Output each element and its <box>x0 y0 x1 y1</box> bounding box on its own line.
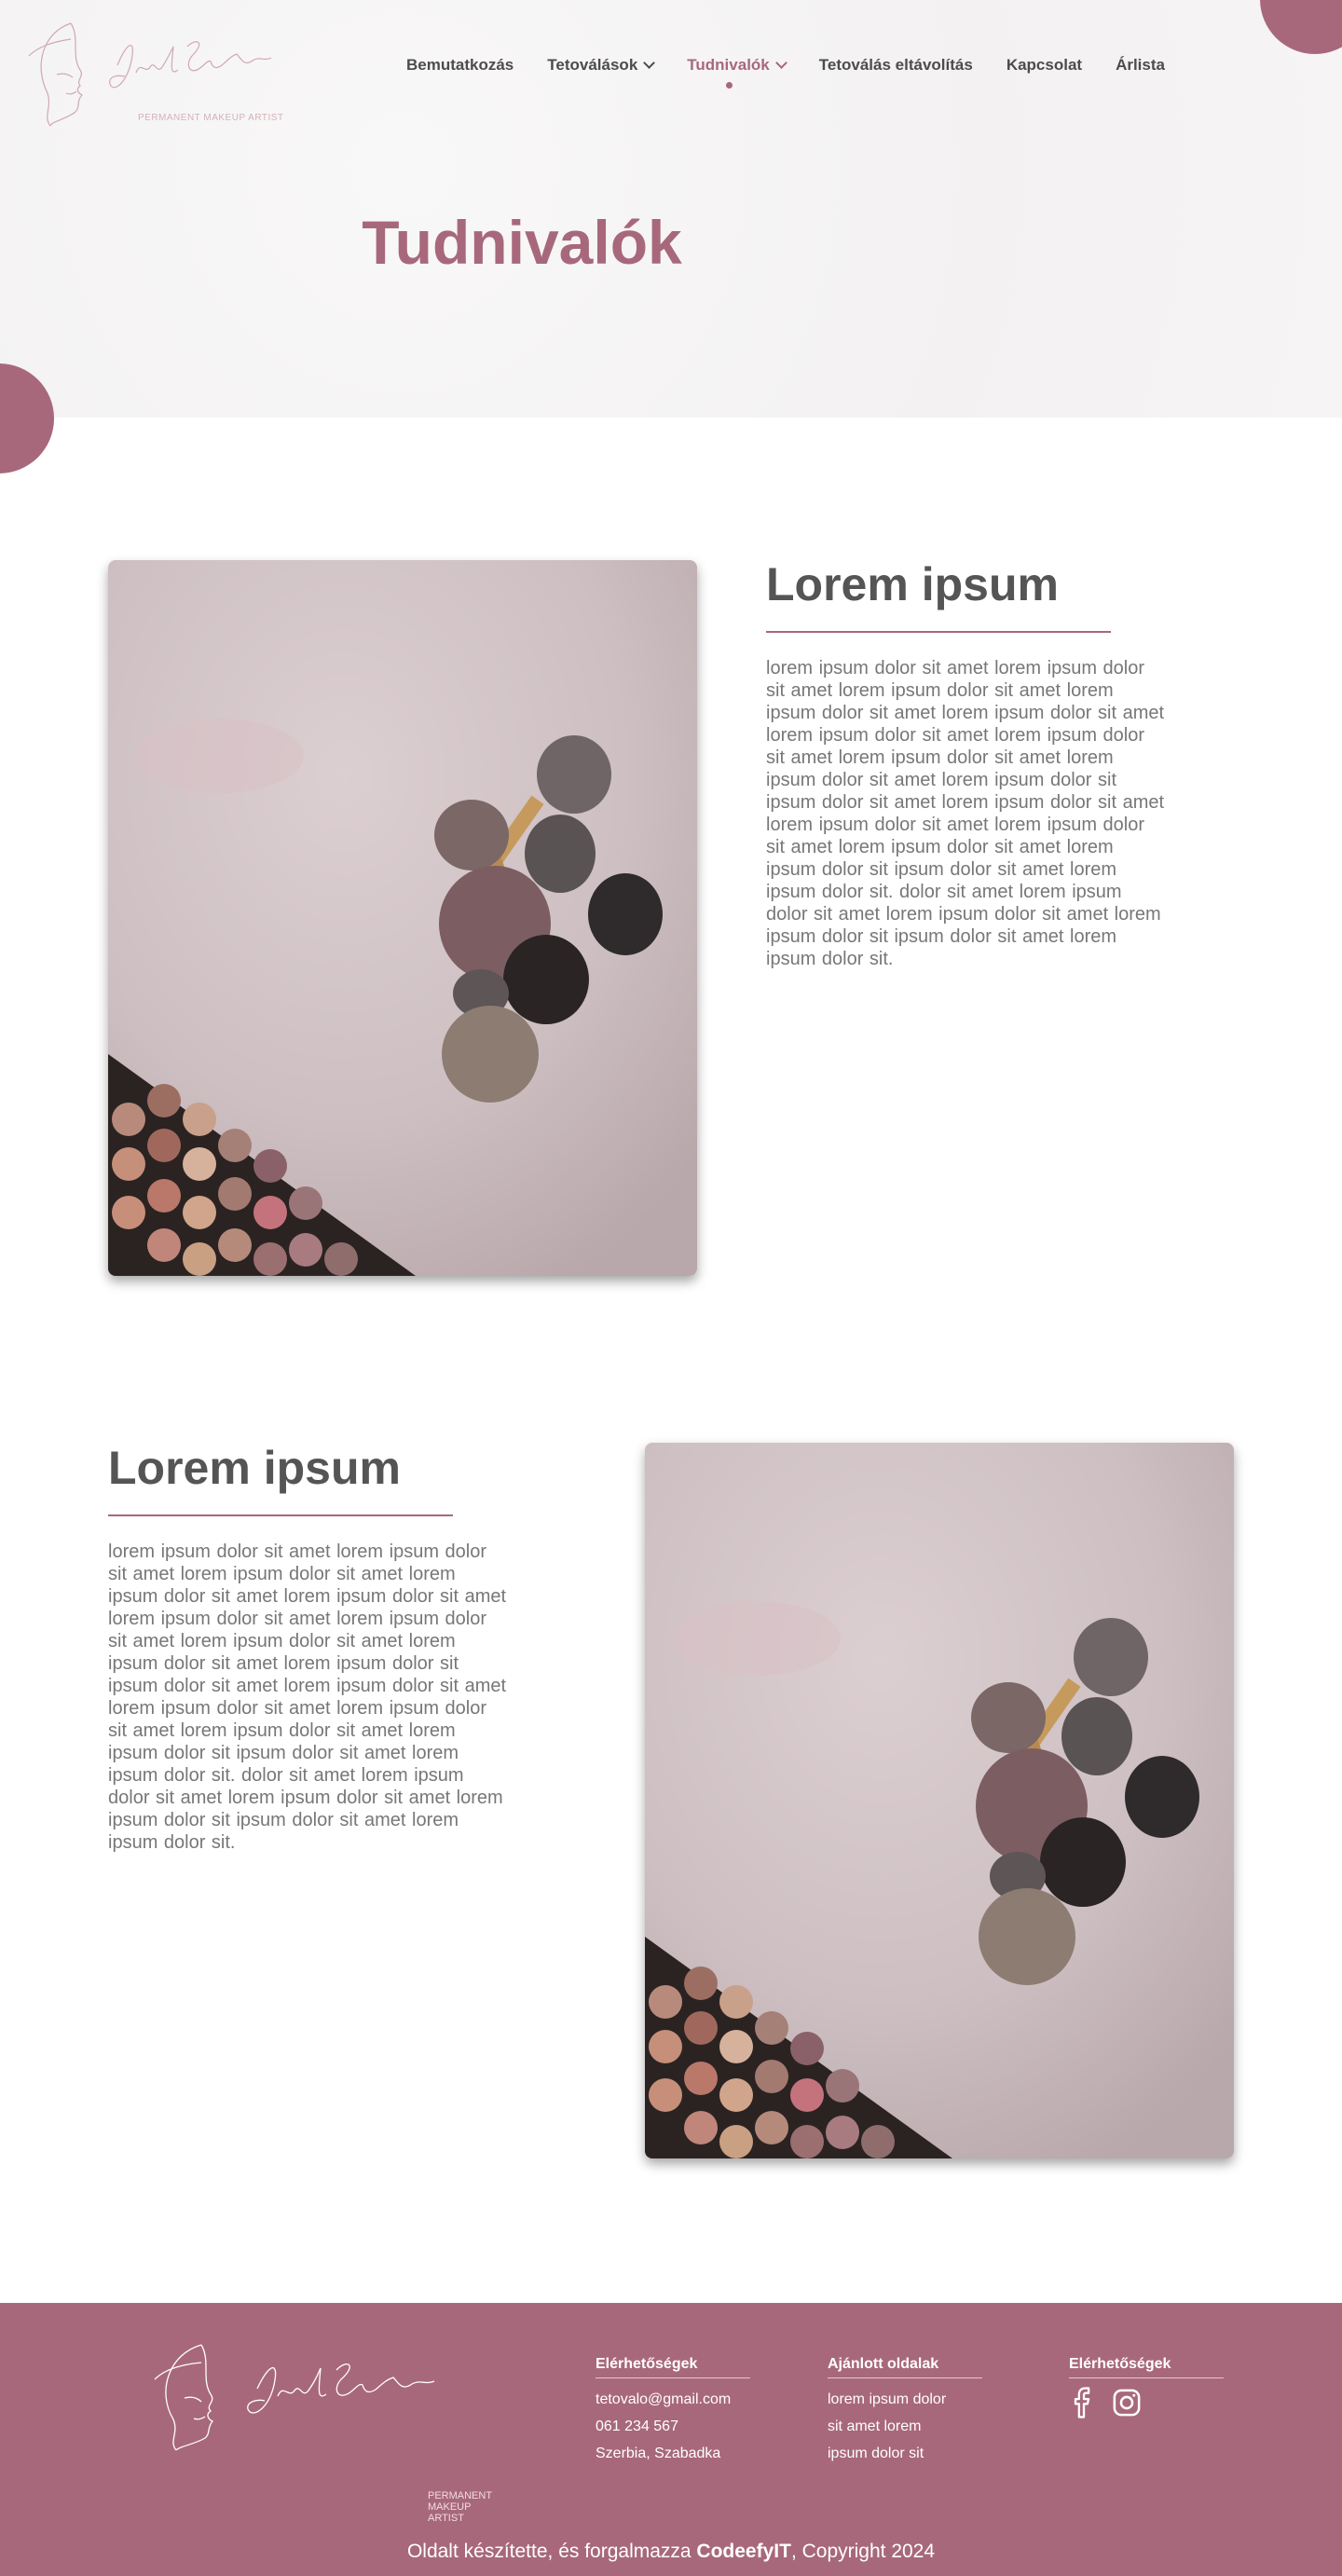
decorative-circle-left <box>0 363 54 473</box>
copyright-text: Oldalt készítette, és forgalmazza Codeef… <box>0 2541 1342 2563</box>
recommended-link[interactable]: ipsum dolor sit <box>828 2440 982 2467</box>
nav-item-tudnivalok[interactable]: Tudnivalók <box>687 56 787 89</box>
page-title-text: Tudnivalók <box>362 208 682 277</box>
brushes-photo <box>108 560 697 1276</box>
footer-logo-artwork <box>154 2344 435 2451</box>
footer-column-divider <box>1069 2377 1224 2378</box>
contact-phone-link[interactable]: 061 234 567 <box>596 2413 750 2440</box>
nav-item-label: Kapcsolat <box>1006 56 1083 74</box>
makeup-brushes-image <box>108 560 697 1276</box>
chevron-down-icon <box>643 57 656 69</box>
page-title: Tudnivalók <box>0 207 1342 278</box>
heading-divider <box>108 1514 453 1516</box>
nav-item-kapcsolat[interactable]: Kapcsolat <box>1006 56 1082 75</box>
instagram-icon[interactable] <box>1112 2386 1142 2419</box>
footer-logo-caption: PERMANENT MAKEUP ARTIST <box>428 2490 492 2524</box>
copyright-prefix: Oldalt készítette, és forgalmazza <box>406 2541 697 2562</box>
footer-recommended-column: Ajánlott oldalak lorem ipsum dolor sit a… <box>828 2356 982 2467</box>
social-links <box>1069 2386 1224 2419</box>
nav-item-label: Árlista <box>1116 56 1165 74</box>
footer-social-column: Elérhetőségek <box>1069 2356 1224 2419</box>
nav-item-label: Tudnivalók <box>687 56 770 74</box>
brushes-photo <box>645 1443 1234 2158</box>
decorative-circle-top <box>1260 0 1342 54</box>
recommended-link[interactable]: sit amet lorem <box>828 2413 982 2440</box>
info-section-2: Lorem ipsum lorem ipsum dolor sit amet l… <box>108 1443 509 1854</box>
info-section-1: Lorem ipsum lorem ipsum dolor sit amet l… <box>766 559 1167 970</box>
nav-item-tetovalasok[interactable]: Tetoválások <box>547 56 656 75</box>
footer-column-divider <box>828 2377 982 2378</box>
chevron-down-icon <box>774 57 787 69</box>
copyright-suffix: , Copyright 2024 <box>790 2541 936 2562</box>
footer-column-heading: Ajánlott oldalak <box>828 2356 939 2372</box>
contact-address: Szerbia, Szabadka <box>596 2446 721 2461</box>
site-footer: PERMANENT MAKEUP ARTIST Elérhetőségek te… <box>0 2303 1342 2576</box>
nav-item-label: Tetoválás eltávolítás <box>818 56 973 74</box>
makeup-brushes-image <box>645 1443 1234 2158</box>
active-indicator-dot <box>726 82 733 89</box>
hero-header: PERMANENT MAKEUP ARTIST Bemutatkozás Tet… <box>0 0 1342 473</box>
footer-logo[interactable]: PERMANENT MAKEUP ARTIST <box>145 2340 492 2524</box>
section-body: lorem ipsum dolor sit amet lorem ipsum d… <box>108 1541 507 1853</box>
main-navigation: Bemutatkozás Tetoválások Tudnivalók Teto… <box>406 56 1198 89</box>
nav-item-arlista[interactable]: Árlista <box>1116 56 1165 75</box>
nav-item-label: Bemutatkozás <box>406 56 514 74</box>
footer-column-heading: Elérhetőségek <box>1069 2356 1171 2372</box>
facebook-icon[interactable] <box>1069 2386 1099 2419</box>
footer-column-heading: Elérhetőségek <box>596 2356 698 2372</box>
section-body: lorem ipsum dolor sit amet lorem ipsum d… <box>766 658 1165 969</box>
section-heading: Lorem ipsum <box>108 1442 401 1494</box>
nav-item-bemutatkozas[interactable]: Bemutatkozás <box>406 56 514 75</box>
page: PERMANENT MAKEUP ARTIST Bemutatkozás Tet… <box>0 0 1342 2576</box>
nav-item-label: Tetoválások <box>547 56 638 74</box>
nav-item-tetovalas-eltavolitas[interactable]: Tetoválás eltávolítás <box>819 56 973 75</box>
heading-divider <box>766 631 1111 633</box>
section-heading: Lorem ipsum <box>766 558 1059 610</box>
site-logo[interactable]: PERMANENT MAKEUP ARTIST <box>24 19 294 130</box>
logo-caption: PERMANENT MAKEUP ARTIST <box>138 113 284 123</box>
footer-contact-column: Elérhetőségek tetovalo@gmail.com 061 234… <box>596 2356 750 2467</box>
footer-column-divider <box>596 2377 750 2378</box>
copyright-brand-link[interactable]: CodeefyIT <box>696 2541 791 2562</box>
recommended-link[interactable]: lorem ipsum dolor <box>828 2386 982 2413</box>
contact-email-link[interactable]: tetovalo@gmail.com <box>596 2386 750 2413</box>
